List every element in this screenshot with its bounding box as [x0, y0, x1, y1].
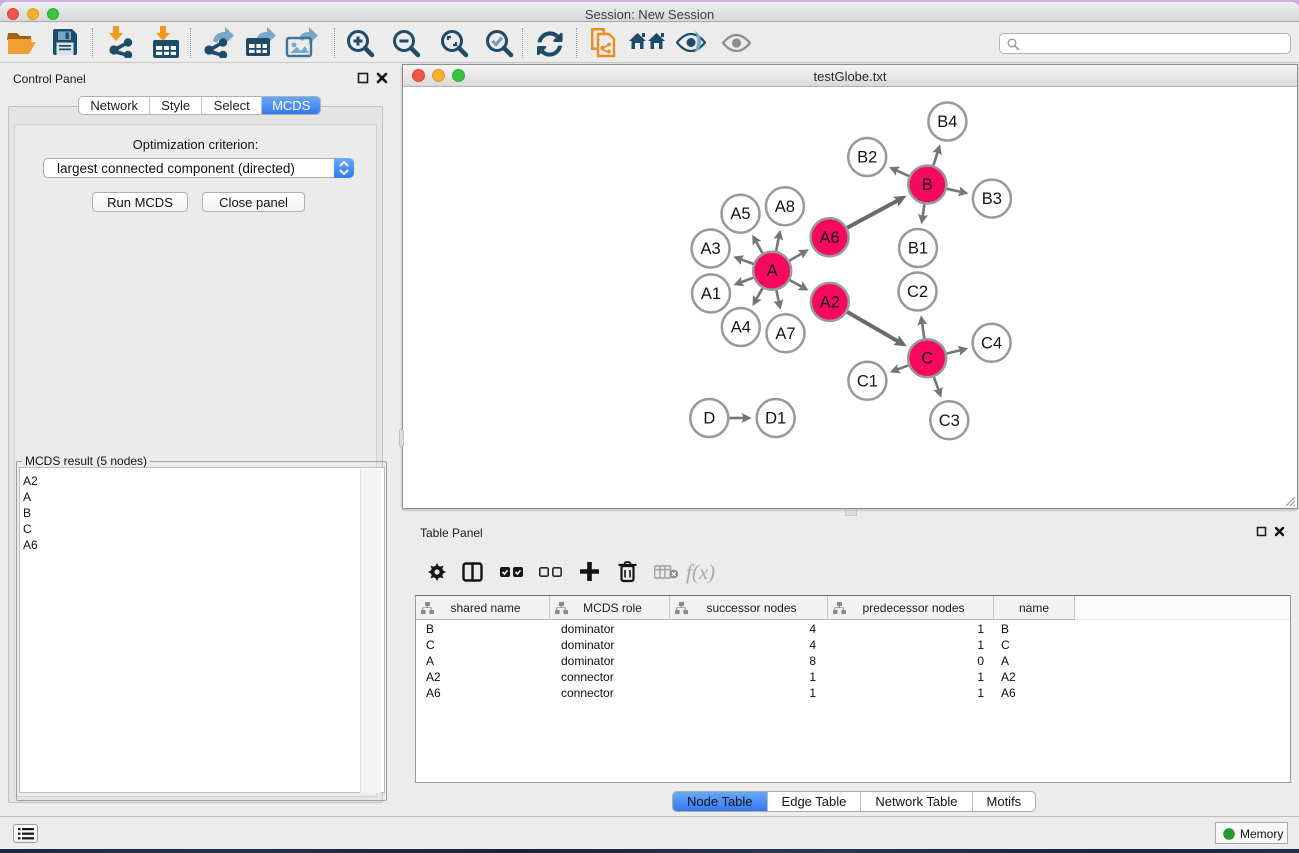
- svg-text:C2: C2: [907, 283, 928, 301]
- svg-text:A4: A4: [731, 319, 751, 337]
- svg-text:B3: B3: [982, 190, 1002, 208]
- svg-text:A3: A3: [701, 240, 721, 258]
- svg-text:C1: C1: [857, 372, 878, 390]
- svg-text:D1: D1: [765, 410, 786, 428]
- svg-text:D: D: [703, 410, 715, 428]
- svg-text:B1: B1: [908, 240, 928, 258]
- svg-text:C: C: [921, 350, 933, 368]
- svg-text:C4: C4: [981, 334, 1002, 352]
- svg-text:B2: B2: [857, 149, 877, 167]
- svg-text:A1: A1: [701, 285, 721, 303]
- svg-text:A7: A7: [775, 325, 795, 343]
- svg-text:A: A: [767, 262, 778, 280]
- svg-text:A6: A6: [820, 229, 840, 247]
- svg-text:B4: B4: [937, 113, 957, 131]
- svg-text:A2: A2: [820, 293, 840, 311]
- svg-text:A5: A5: [730, 205, 750, 223]
- svg-text:C3: C3: [939, 412, 960, 430]
- svg-text:A8: A8: [775, 198, 795, 216]
- svg-text:B: B: [922, 176, 933, 194]
